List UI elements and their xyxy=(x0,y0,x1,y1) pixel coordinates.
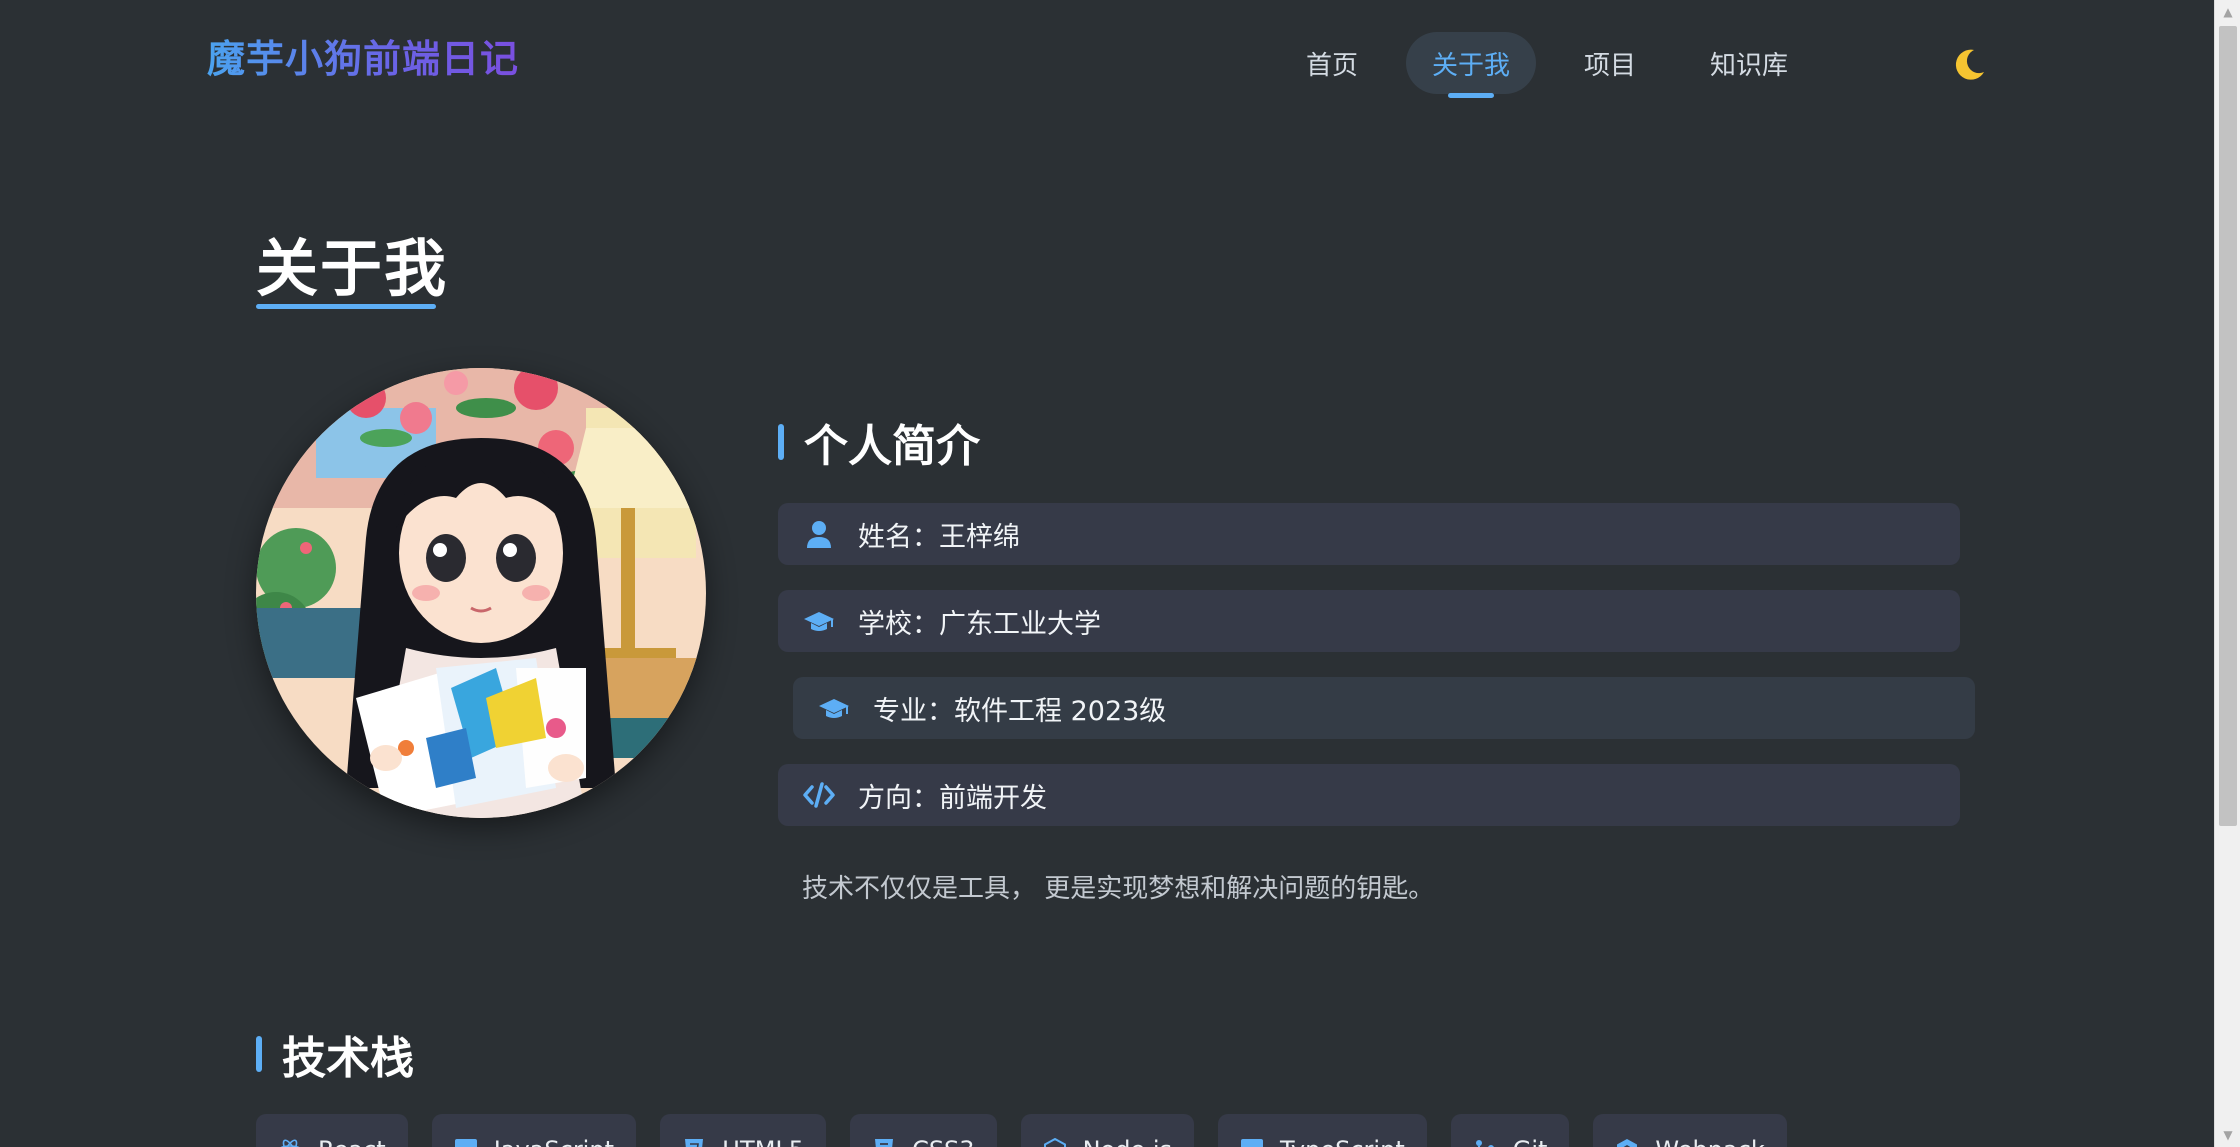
site-logo[interactable]: 魔芋小狗前端日记 xyxy=(207,28,519,83)
typescript-icon xyxy=(1240,1138,1264,1147)
info-card-name: 姓名：王梓绵 xyxy=(778,503,1960,565)
html5-icon xyxy=(682,1138,706,1147)
tech-chip-css3[interactable]: CSS3 xyxy=(850,1114,997,1147)
nav-about[interactable]: 关于我 xyxy=(1406,32,1537,94)
nav-knowledge[interactable]: 知识库 xyxy=(1684,32,1814,94)
tech-chip-webpack[interactable]: Webpack xyxy=(1593,1114,1787,1147)
page-title-underline xyxy=(256,304,436,309)
heading-accent-bar xyxy=(256,1036,262,1072)
tech-chip-git[interactable]: Git xyxy=(1450,1114,1570,1147)
javascript-icon xyxy=(454,1138,478,1147)
info-card-school: 学校：广东工业大学 xyxy=(778,590,1960,652)
tech-chip-label: TypeScript xyxy=(1280,1136,1405,1147)
heading-accent-bar xyxy=(778,424,784,460)
info-card-text: 专业：软件工程 2023级 xyxy=(873,695,1167,727)
tech-chip-label: React xyxy=(318,1136,386,1147)
graduation-cap-icon xyxy=(817,691,851,725)
tech-chip-typescript[interactable]: TypeScript xyxy=(1218,1114,1427,1147)
scroll-down-arrow-icon[interactable]: ▼ xyxy=(2215,1123,2240,1147)
page-title: 关于我 xyxy=(256,232,449,305)
tech-chip-label: CSS3 xyxy=(912,1136,975,1147)
info-card-text: 姓名：王梓绵 xyxy=(858,521,1020,553)
code-icon xyxy=(802,778,836,812)
graduation-cap-icon xyxy=(802,604,836,638)
site-header: 魔芋小狗前端日记 首页 关于我 项目 知识库 xyxy=(0,0,2214,118)
tech-chip-label: Git xyxy=(1513,1136,1548,1147)
tech-stack-heading: 技术栈 xyxy=(256,1022,414,1086)
info-card-text: 学校：广东工业大学 xyxy=(858,608,1101,640)
scroll-up-arrow-icon[interactable]: ▲ xyxy=(2215,0,2240,24)
tech-chip-react[interactable]: React xyxy=(256,1114,408,1147)
css3-icon xyxy=(872,1138,896,1147)
nav-home[interactable]: 首页 xyxy=(1280,32,1384,94)
nav-projects[interactable]: 项目 xyxy=(1558,32,1662,94)
avatar xyxy=(256,368,706,818)
tech-stack-list: React JavaScript HTML5 CSS3 JS Node.js T… xyxy=(256,1114,1811,1147)
scrollbar-thumb[interactable] xyxy=(2219,26,2237,826)
react-icon xyxy=(278,1138,302,1147)
info-card-text: 方向：前端开发 xyxy=(858,782,1047,814)
tech-chip-nodejs[interactable]: JS Node.js xyxy=(1020,1114,1194,1147)
info-card-direction: 方向：前端开发 xyxy=(778,764,1960,826)
info-card-major[interactable]: 专业：软件工程 2023级 xyxy=(793,677,1975,739)
tech-chip-label: HTML5 xyxy=(722,1136,804,1147)
page-scrollbar[interactable]: ▲ ▼ xyxy=(2214,0,2240,1147)
motto-text: 技术不仅仅是工具， 更是实现梦想和解决问题的钥匙。 xyxy=(802,874,1435,904)
tech-chip-html5[interactable]: HTML5 xyxy=(660,1114,827,1147)
tech-stack-heading-label: 技术栈 xyxy=(282,1033,414,1084)
tech-chip-label: Webpack xyxy=(1655,1136,1764,1147)
profile-heading: 个人简介 xyxy=(778,410,980,474)
nodejs-icon: JS xyxy=(1043,1137,1067,1147)
main-nav: 首页 关于我 项目 知识库 xyxy=(1280,32,1836,94)
tech-chip-javascript[interactable]: JavaScript xyxy=(431,1114,636,1147)
profile-heading-label: 个人简介 xyxy=(804,421,980,472)
tech-chip-label: Node.js xyxy=(1083,1136,1172,1147)
webpack-icon xyxy=(1615,1138,1639,1147)
tech-chip-label: JavaScript xyxy=(494,1136,614,1147)
git-icon xyxy=(1473,1138,1497,1147)
user-icon xyxy=(802,517,836,551)
moon-icon[interactable] xyxy=(1950,44,1990,84)
